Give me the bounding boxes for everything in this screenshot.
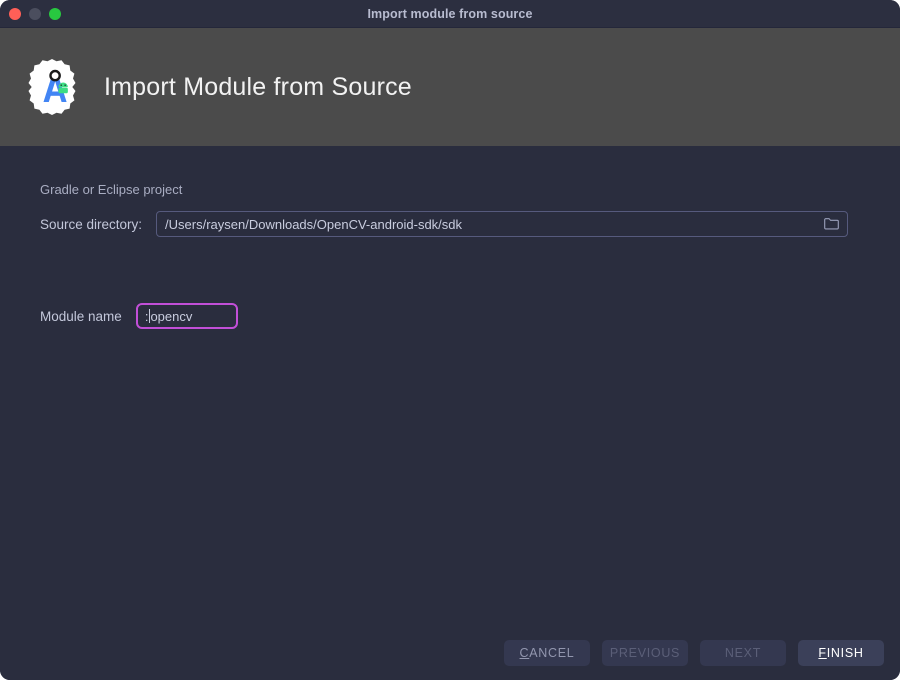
dialog-body: Gradle or Eclipse project Source directo… — [0, 146, 900, 626]
module-name-value: opencv — [150, 308, 193, 324]
import-module-dialog: Import module from source Import Module … — [0, 0, 900, 680]
source-directory-value: /Users/raysen/Downloads/OpenCV-android-s… — [165, 216, 463, 232]
minimize-window-button[interactable] — [29, 7, 41, 20]
finish-button-mnemonic: F — [818, 646, 827, 660]
module-name-input[interactable]: : opencv — [135, 303, 238, 329]
previous-button-label: PREVIOUS — [609, 646, 681, 660]
android-studio-logo-icon — [22, 57, 82, 117]
dialog-footer: 雪链搜索 公众号 · 沐雨花飞蝶 CANC — [0, 626, 900, 680]
project-type-label: Gradle or Eclipse project — [40, 182, 183, 197]
finish-button[interactable]: F INISH — [798, 640, 884, 666]
finish-button-label: INISH — [826, 646, 864, 660]
maximize-window-button[interactable] — [49, 7, 61, 20]
window-title: Import module from source — [367, 6, 533, 21]
source-directory-label: Source directory: — [40, 216, 143, 232]
module-name-label: Module name — [40, 308, 122, 324]
cancel-button[interactable]: C ANCEL — [504, 640, 590, 666]
next-button-label: NEXT — [724, 646, 762, 660]
dialog-heading: Import Module from Source — [104, 72, 412, 101]
next-button[interactable]: NEXT — [700, 640, 786, 666]
module-name-row: Module name : opencv — [40, 303, 860, 329]
cancel-button-mnemonic: C — [519, 646, 530, 660]
source-directory-input[interactable]: /Users/raysen/Downloads/OpenCV-android-s… — [156, 211, 849, 237]
source-directory-row: Source directory: /Users/raysen/Download… — [40, 211, 860, 237]
cancel-button-label: ANCEL — [529, 646, 575, 660]
close-window-button[interactable] — [9, 7, 21, 20]
window-titlebar: Import module from source — [0, 0, 900, 28]
window-controls — [0, 7, 61, 20]
dialog-header: Import Module from Source — [0, 28, 900, 146]
folder-icon[interactable] — [824, 218, 839, 231]
module-name-prefix: : — [144, 308, 149, 324]
previous-button[interactable]: PREVIOUS — [602, 640, 688, 666]
